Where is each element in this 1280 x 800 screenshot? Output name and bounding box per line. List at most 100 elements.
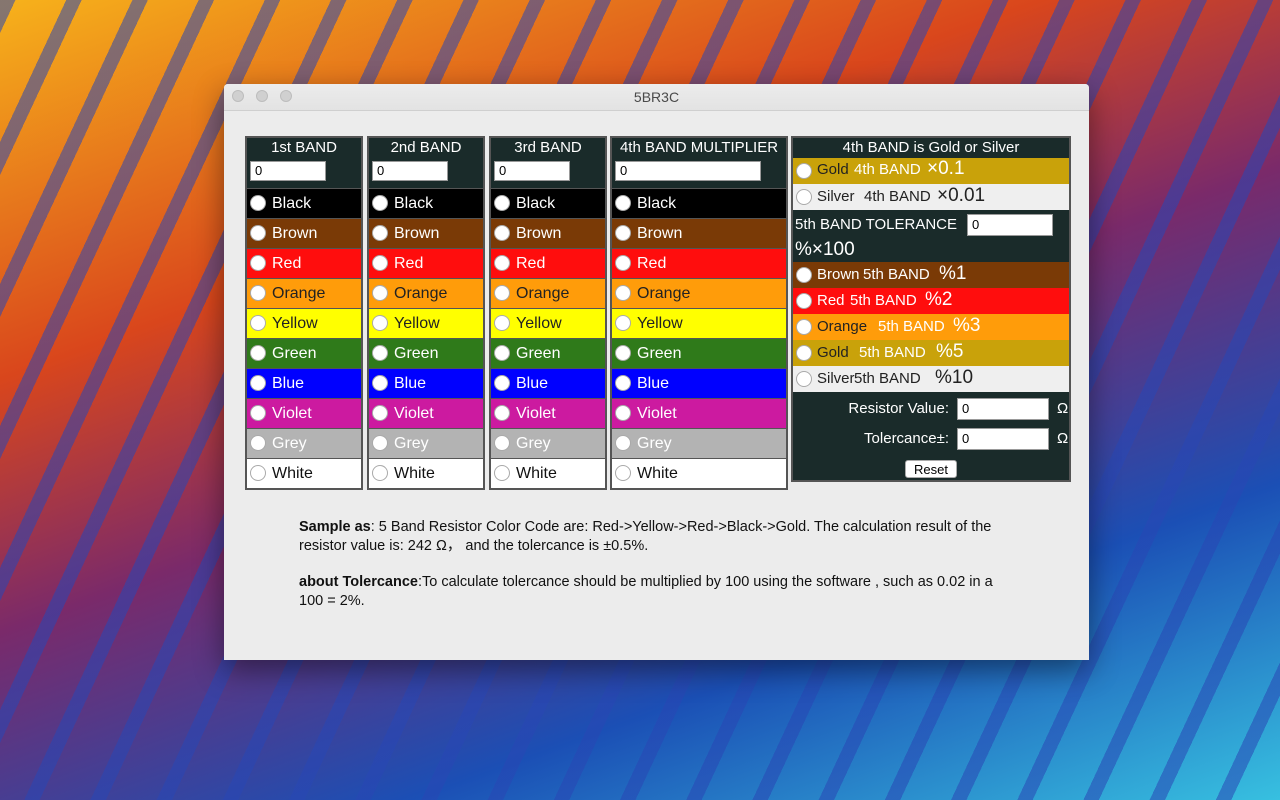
radio-button[interactable] [250,285,266,301]
band-value-input[interactable]: 0 [250,161,326,181]
color-option-white[interactable]: White [612,458,786,488]
color-option-yellow[interactable]: Yellow [491,308,605,338]
radio-button[interactable] [615,195,631,211]
close-window-button[interactable] [232,90,244,102]
radio-button[interactable] [615,465,631,481]
silver-multiplier-option[interactable]: Silver 4th BAND ×0.01 [793,184,1069,210]
zoom-window-button[interactable] [280,90,292,102]
radio-button[interactable] [250,435,266,451]
color-option-blue[interactable]: Blue [491,368,605,398]
color-option-orange[interactable]: Orange [491,278,605,308]
radio-button[interactable] [250,405,266,421]
radio-button[interactable] [250,465,266,481]
color-option-green[interactable]: Green [369,338,483,368]
radio-button[interactable] [372,345,388,361]
color-option-blue[interactable]: Blue [612,368,786,398]
radio-button[interactable] [372,225,388,241]
radio-button[interactable] [615,435,631,451]
tolerance-option-silver[interactable]: Silver 5th BAND %10 [793,366,1069,392]
radio-button[interactable] [494,315,510,331]
radio-button[interactable] [250,315,266,331]
radio-button[interactable] [372,435,388,451]
color-option-grey[interactable]: Grey [247,428,361,458]
tolerance-radio[interactable] [796,345,812,361]
radio-button[interactable] [494,195,510,211]
color-option-yellow[interactable]: Yellow [612,308,786,338]
color-option-black[interactable]: Black [369,188,483,218]
tolerance-option-gold[interactable]: Gold 5th BAND %5 [793,340,1069,366]
radio-button[interactable] [615,285,631,301]
resistor-value-field[interactable]: 0 [957,398,1049,420]
tolerance-radio[interactable] [796,293,812,309]
radio-button[interactable] [494,405,510,421]
band-value-input[interactable]: 0 [494,161,570,181]
color-option-black[interactable]: Black [612,188,786,218]
color-option-red[interactable]: Red [491,248,605,278]
tolerance-option-red[interactable]: Red 5th BAND %2 [793,288,1069,314]
radio-button[interactable] [494,285,510,301]
radio-button[interactable] [372,405,388,421]
color-option-brown[interactable]: Brown [612,218,786,248]
radio-button[interactable] [494,225,510,241]
gold-multiplier-option[interactable]: Gold 4th BAND ×0.1 [793,158,1069,184]
color-option-yellow[interactable]: Yellow [247,308,361,338]
radio-button[interactable] [615,405,631,421]
band-value-input[interactable]: 0 [615,161,761,181]
color-option-red[interactable]: Red [612,248,786,278]
color-option-grey[interactable]: Grey [369,428,483,458]
radio-button[interactable] [250,225,266,241]
radio-button[interactable] [250,255,266,271]
color-option-brown[interactable]: Brown [491,218,605,248]
tolerance-radio[interactable] [796,319,812,335]
color-option-blue[interactable]: Blue [369,368,483,398]
radio-button[interactable] [372,375,388,391]
color-option-green[interactable]: Green [247,338,361,368]
color-option-orange[interactable]: Orange [612,278,786,308]
band-value-input[interactable]: 0 [372,161,448,181]
tolerance-radio[interactable] [796,267,812,283]
color-option-violet[interactable]: Violet [612,398,786,428]
tolerance-option-brown[interactable]: Brown 5th BAND %1 [793,262,1069,288]
tolerance-radio[interactable] [796,371,812,387]
radio-button[interactable] [615,345,631,361]
radio-button[interactable] [494,255,510,271]
radio-button[interactable] [615,225,631,241]
radio-button[interactable] [250,195,266,211]
radio-button[interactable] [494,345,510,361]
minimize-window-button[interactable] [256,90,268,102]
radio-button[interactable] [615,315,631,331]
reset-button[interactable]: Reset [905,460,957,478]
radio-button[interactable] [494,435,510,451]
tolercance-field[interactable]: 0 [957,428,1049,450]
radio-button[interactable] [372,315,388,331]
color-option-white[interactable]: White [247,458,361,488]
color-option-black[interactable]: Black [247,188,361,218]
color-option-violet[interactable]: Violet [491,398,605,428]
radio-button[interactable] [615,375,631,391]
silver-radio[interactable] [796,189,812,205]
color-option-red[interactable]: Red [369,248,483,278]
color-option-brown[interactable]: Brown [247,218,361,248]
color-option-yellow[interactable]: Yellow [369,308,483,338]
color-option-green[interactable]: Green [491,338,605,368]
gold-radio[interactable] [796,163,812,179]
color-option-white[interactable]: White [369,458,483,488]
color-option-white[interactable]: White [491,458,605,488]
color-option-orange[interactable]: Orange [369,278,483,308]
color-option-brown[interactable]: Brown [369,218,483,248]
radio-button[interactable] [372,285,388,301]
radio-button[interactable] [250,375,266,391]
color-option-green[interactable]: Green [612,338,786,368]
radio-button[interactable] [615,255,631,271]
color-option-grey[interactable]: Grey [612,428,786,458]
color-option-violet[interactable]: Violet [247,398,361,428]
radio-button[interactable] [250,345,266,361]
radio-button[interactable] [494,465,510,481]
color-option-violet[interactable]: Violet [369,398,483,428]
color-option-blue[interactable]: Blue [247,368,361,398]
radio-button[interactable] [494,375,510,391]
radio-button[interactable] [372,255,388,271]
radio-button[interactable] [372,465,388,481]
color-option-black[interactable]: Black [491,188,605,218]
color-option-orange[interactable]: Orange [247,278,361,308]
